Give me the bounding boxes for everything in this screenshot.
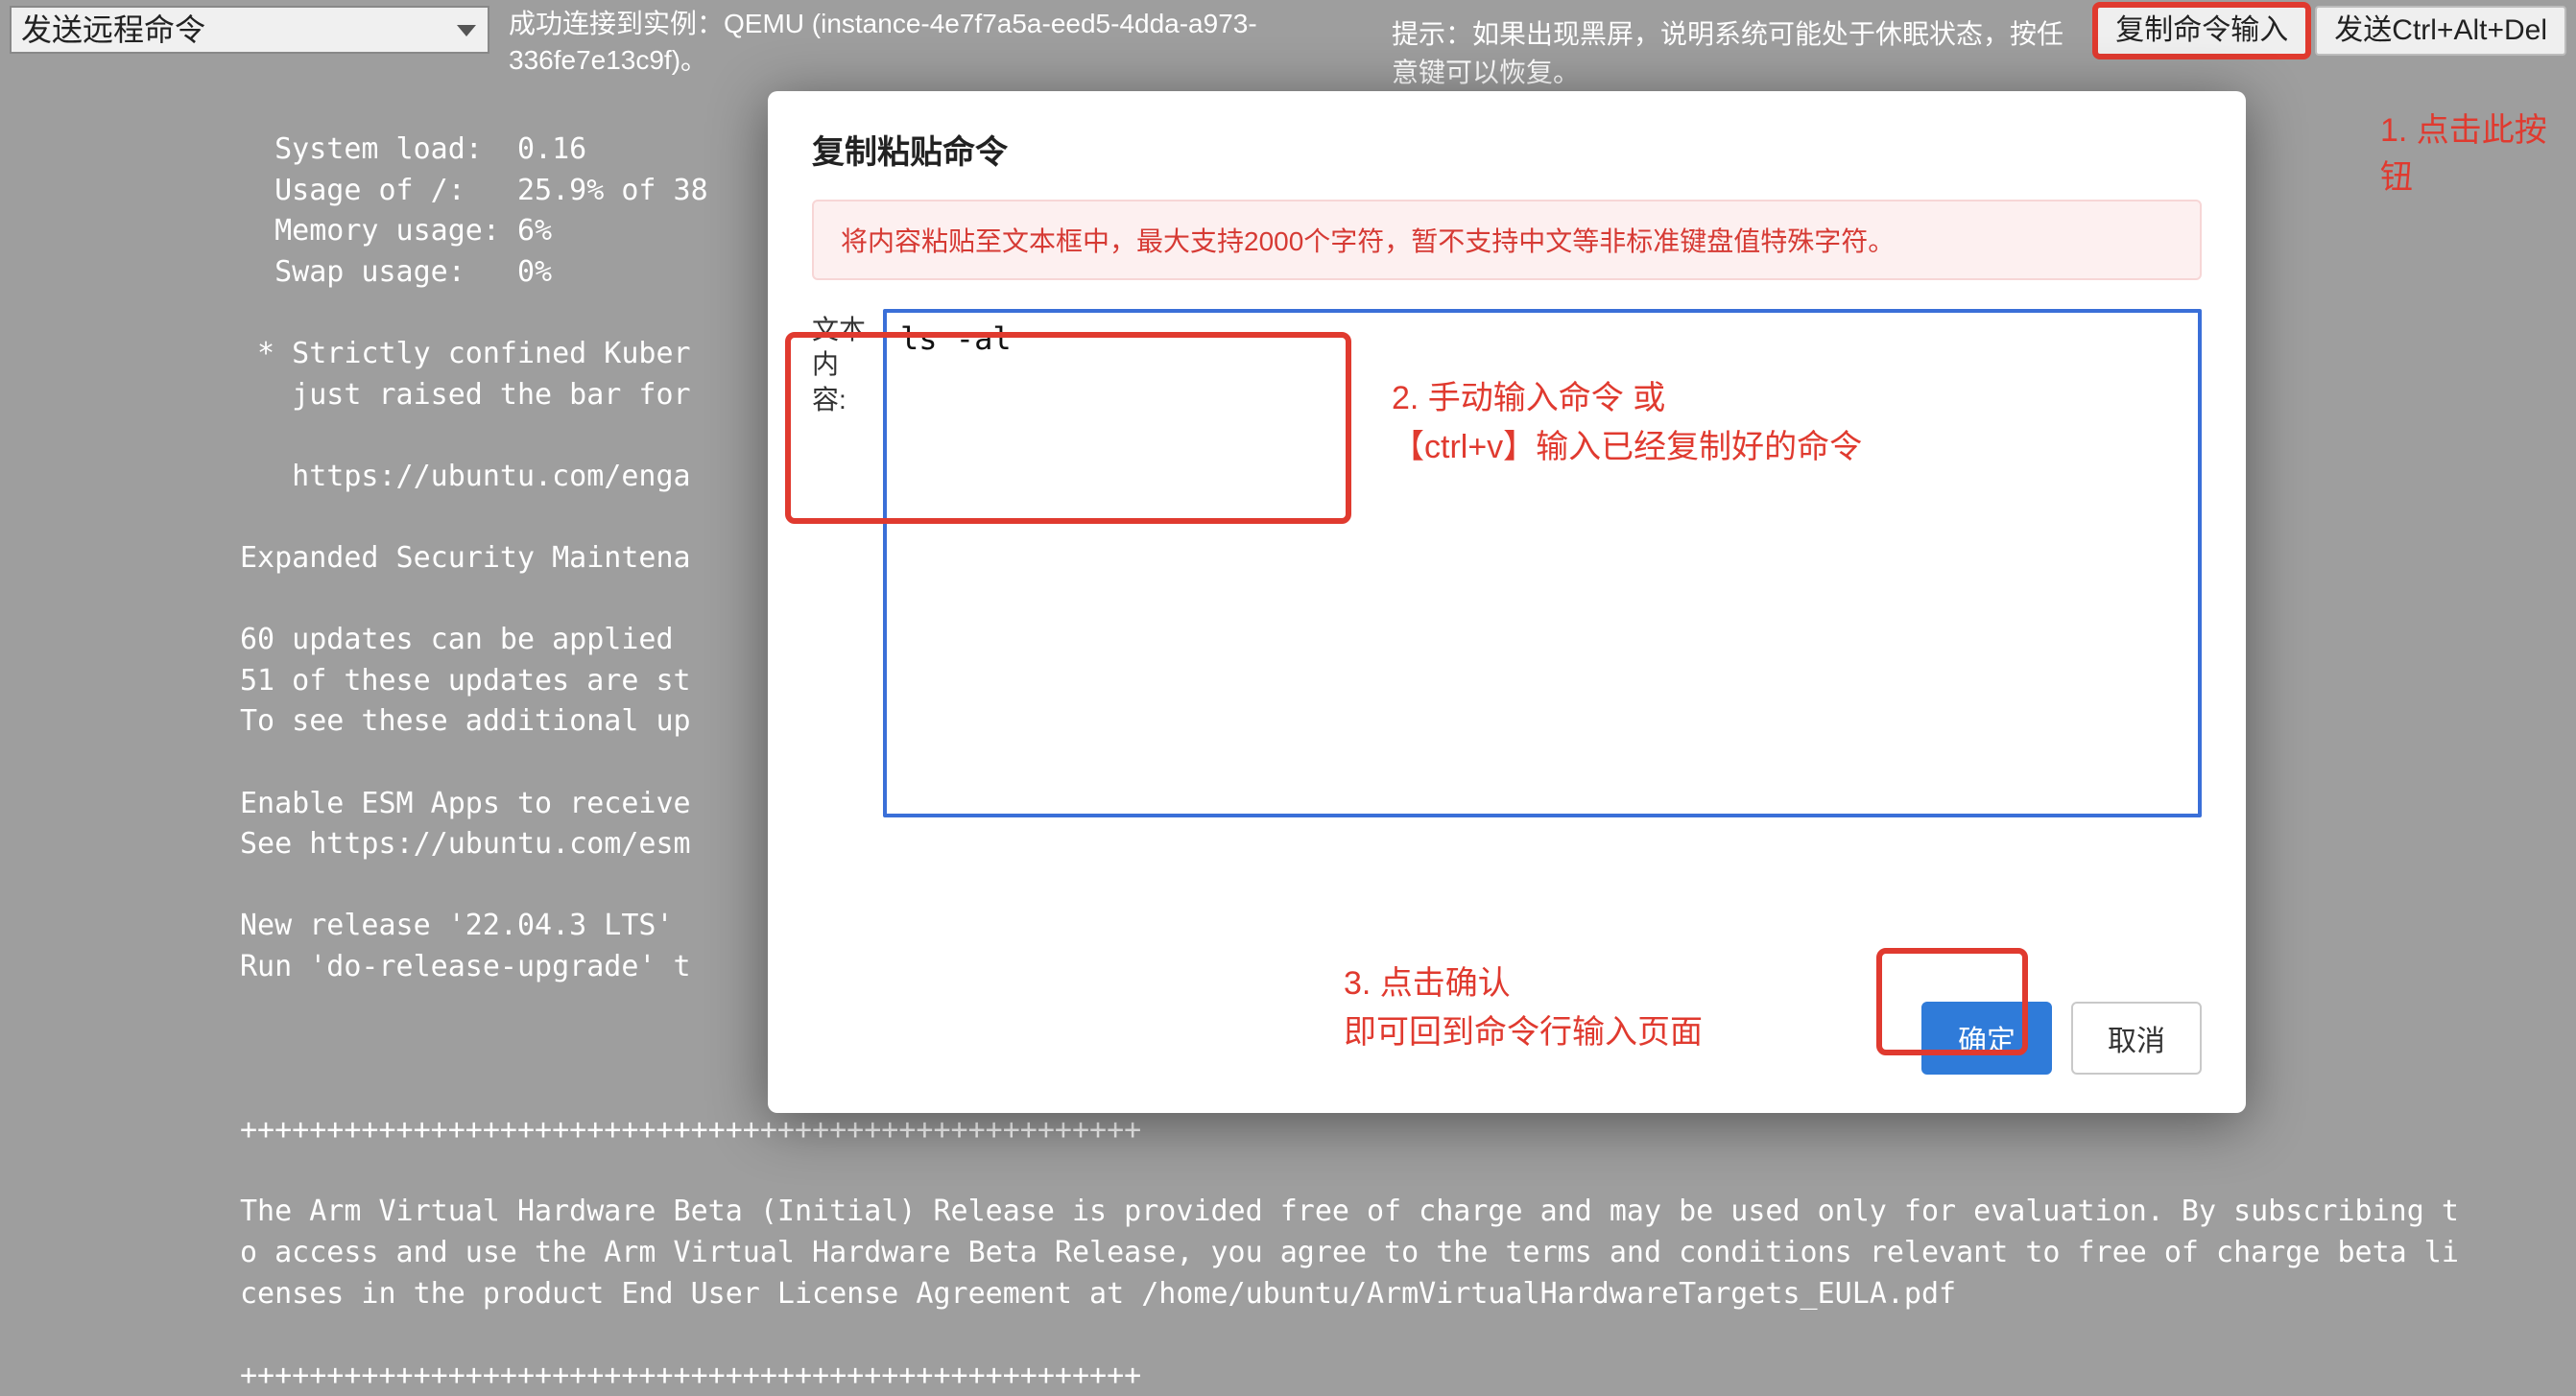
screen-tip: 提示：如果出现黑屏，说明系统可能处于休眠状态，按任意键可以恢复。 <box>1392 6 2077 90</box>
cancel-button[interactable]: 取消 <box>2071 1002 2202 1075</box>
confirm-button[interactable]: 确定 <box>1921 1002 2052 1075</box>
copy-paste-command-dialog: 复制粘贴命令 将内容粘贴至文本框中，最大支持2000个字符，暂不支持中文等非标准… <box>768 91 2246 1113</box>
header-buttons: 复制命令输入 发送Ctrl+Alt+Del <box>2096 6 2566 56</box>
remote-command-select-wrap: 发送远程命令 <box>10 6 489 54</box>
dialog-warning: 将内容粘贴至文本框中，最大支持2000个字符，暂不支持中文等非标准键盘值特殊字符… <box>812 200 2202 280</box>
command-textarea[interactable] <box>883 309 2202 817</box>
text-content-label: 文本内容: <box>812 309 870 417</box>
send-ctrl-alt-del-button[interactable]: 发送Ctrl+Alt+Del <box>2315 6 2566 56</box>
remote-command-select[interactable]: 发送远程命令 <box>10 6 489 54</box>
textarea-wrap <box>883 309 2202 822</box>
text-content-row: 文本内容: <box>812 309 2202 822</box>
dialog-footer: 确定 取消 <box>768 973 2246 1113</box>
vnc-header: 发送远程命令 成功连接到实例：QEMU (instance-4e7f7a5a-e… <box>0 0 2576 84</box>
connection-status: 成功连接到实例：QEMU (instance-4e7f7a5a-eed5-4dd… <box>509 6 1372 79</box>
dialog-body: 将内容粘贴至文本框中，最大支持2000个字符，暂不支持中文等非标准键盘值特殊字符… <box>768 200 2246 973</box>
dialog-title: 复制粘贴命令 <box>768 91 2246 200</box>
copy-command-input-button[interactable]: 复制命令输入 <box>2096 6 2307 56</box>
